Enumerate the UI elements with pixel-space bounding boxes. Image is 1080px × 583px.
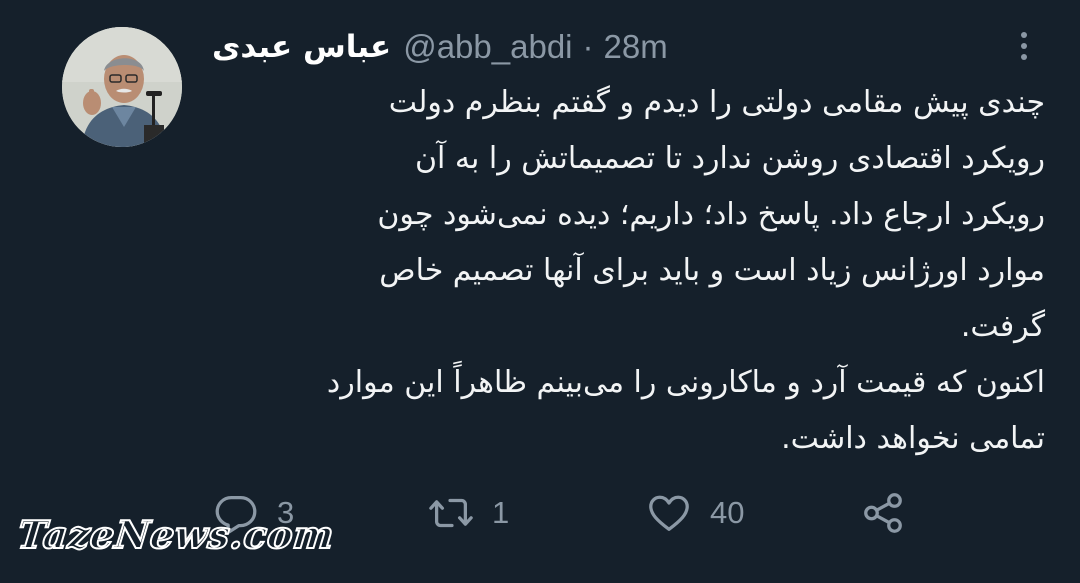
author-display-name[interactable]: عباس عبدی [212,29,391,65]
header-separator: · [582,28,594,65]
tweet-text-line: چندی پیش مقامی دولتی را دیدم و گفتم بنظر… [388,85,1045,120]
tweet-text: چندی پیش مقامی دولتی را دیدم و گفتم بنظر… [205,75,1045,467]
tweet-text-line: اکنون که قیمت آرد و ماکارونی را می‌بینم … [326,365,1045,400]
share-button[interactable] [860,486,906,540]
site-watermark: TazeNews.com [15,511,338,558]
tweet-text-line: تمامی نخواهد داشت. [781,421,1045,456]
more-options-icon[interactable] [1012,26,1036,66]
avatar[interactable] [62,27,182,147]
retweet-button[interactable]: 1 [428,486,509,540]
author-handle[interactable]: @abb_abdi [403,28,572,66]
share-icon [864,493,902,533]
tweet-text-line: گرفت. [960,309,1045,344]
avatar-photo [62,27,182,147]
tweet-text-line: رویکرد اقتصادی روشن ندارد تا تصمیماتش را… [415,141,1045,176]
retweet-icon [429,498,473,528]
tweet-text-line: موارد اورژانس زیاد است و باید برای آنها … [379,253,1045,288]
retweet-count: 1 [492,495,510,530]
like-button[interactable]: 40 [646,486,744,540]
tweet-text-line: رویکرد ارجاع داد. پاسخ داد؛ داریم؛ دیده … [377,197,1045,232]
tweet-header: عباس عبدی @abb_abdi · 28m [212,24,668,70]
tweet-timestamp[interactable]: 28m [604,28,668,66]
tweet-card[interactable]: عباس عبدی @abb_abdi · 28m چندی پیش مقامی… [0,0,1080,583]
heart-icon [649,495,689,531]
like-count: 40 [710,495,745,530]
